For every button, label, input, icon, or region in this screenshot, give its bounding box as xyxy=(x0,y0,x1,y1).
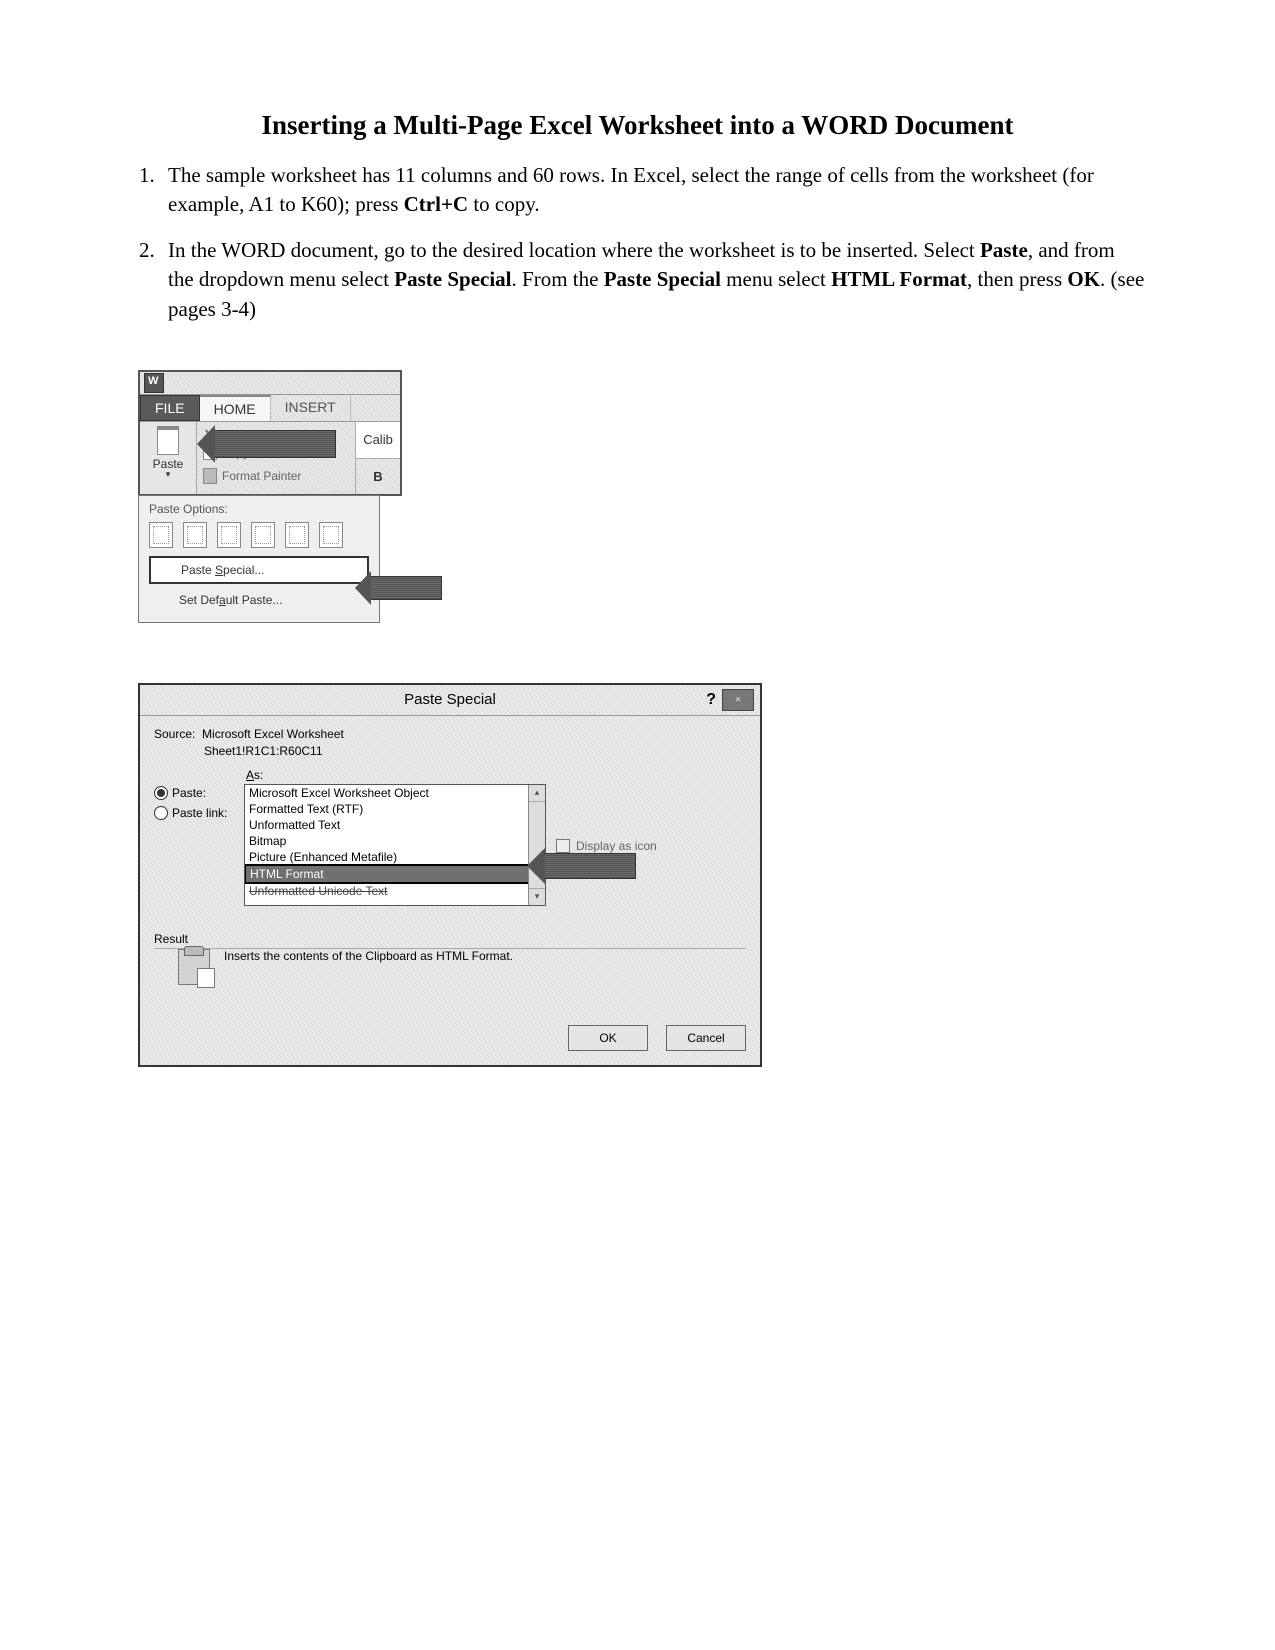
font-name-field[interactable]: Calib xyxy=(356,422,400,459)
radio-paste[interactable]: Paste: xyxy=(154,786,234,800)
clipboard-icon xyxy=(157,426,179,455)
ok-button[interactable]: OK xyxy=(568,1025,648,1051)
display-as-icon-checkbox[interactable]: Display as icon xyxy=(556,784,657,906)
tab-insert[interactable]: INSERT xyxy=(271,395,351,421)
radio-paste-link[interactable]: Paste link: xyxy=(154,806,234,820)
list-item[interactable]: Bitmap xyxy=(245,833,545,849)
step-2: In the WORD document, go to the desired … xyxy=(160,236,1145,324)
annotation-arrow-icon xyxy=(214,430,336,458)
close-button[interactable]: × xyxy=(722,689,754,711)
cancel-button[interactable]: Cancel xyxy=(666,1025,746,1051)
format-painter-button[interactable]: Format Painter xyxy=(203,468,349,484)
clipboard-result-icon xyxy=(178,949,210,985)
scroll-down-icon[interactable]: ▾ xyxy=(529,888,545,905)
checkbox-icon xyxy=(556,839,570,853)
page-title: Inserting a Multi-Page Excel Worksheet i… xyxy=(130,110,1145,141)
paste-option-icon[interactable] xyxy=(149,522,173,548)
source-info: Source: Microsoft Excel Worksheet Sheet1… xyxy=(154,726,746,760)
step-list: The sample worksheet has 11 columns and … xyxy=(130,161,1145,324)
annotation-arrow-icon xyxy=(370,576,442,600)
paste-options-label: Paste Options: xyxy=(149,502,369,516)
word-app-icon xyxy=(144,373,164,393)
result-text: Inserts the contents of the Clipboard as… xyxy=(224,949,513,963)
list-item[interactable]: Microsoft Excel Worksheet Object xyxy=(245,785,545,801)
paste-dropdown: Paste Options: Paste Special... Set Defa… xyxy=(138,495,380,623)
radio-icon xyxy=(154,786,168,800)
paintbrush-icon xyxy=(203,468,217,484)
list-item-selected[interactable]: HTML Format xyxy=(244,864,546,884)
list-item[interactable]: Unformatted Unicode Text xyxy=(245,883,545,899)
paste-special-dialog: Paste Special ? × Source: Microsoft Exce… xyxy=(138,683,762,1067)
tab-file[interactable]: FILE xyxy=(140,395,200,421)
list-item[interactable]: Formatted Text (RTF) xyxy=(245,801,545,817)
scroll-up-icon[interactable]: ▴ xyxy=(529,785,545,802)
bold-button[interactable]: B xyxy=(356,459,400,494)
as-label: As: xyxy=(246,768,746,782)
paste-option-icon[interactable] xyxy=(319,522,343,548)
list-item[interactable]: Picture (Enhanced Metafile) xyxy=(245,849,545,865)
help-button[interactable]: ? xyxy=(706,691,716,709)
tab-home[interactable]: HOME xyxy=(200,395,271,421)
dialog-title: Paste Special xyxy=(404,691,496,708)
radio-icon xyxy=(154,806,168,820)
as-listbox[interactable]: Microsoft Excel Worksheet Object Formatt… xyxy=(244,784,546,906)
chevron-down-icon[interactable]: ▾ xyxy=(166,471,171,477)
paste-option-icon[interactable] xyxy=(251,522,275,548)
step-1: The sample worksheet has 11 columns and … xyxy=(160,161,1145,220)
paste-option-icon[interactable] xyxy=(285,522,309,548)
paste-option-icon[interactable] xyxy=(217,522,241,548)
dialog-titlebar: Paste Special ? × xyxy=(140,685,760,716)
result-label: Result xyxy=(154,932,746,946)
scrollbar[interactable]: ▴ ▾ xyxy=(528,785,545,905)
paste-special-menu-item[interactable]: Paste Special... xyxy=(149,556,369,584)
annotation-arrow-icon xyxy=(544,853,636,879)
list-item[interactable]: Unformatted Text xyxy=(245,817,545,833)
quick-access-toolbar xyxy=(140,372,400,394)
set-default-paste-menu-item[interactable]: Set Default Paste... xyxy=(149,588,369,612)
paste-option-icon[interactable] xyxy=(183,522,207,548)
figure-ribbon: FILE HOME INSERT Paste ▾ Cut xyxy=(130,340,402,623)
paste-button[interactable]: Paste ▾ xyxy=(140,422,197,494)
